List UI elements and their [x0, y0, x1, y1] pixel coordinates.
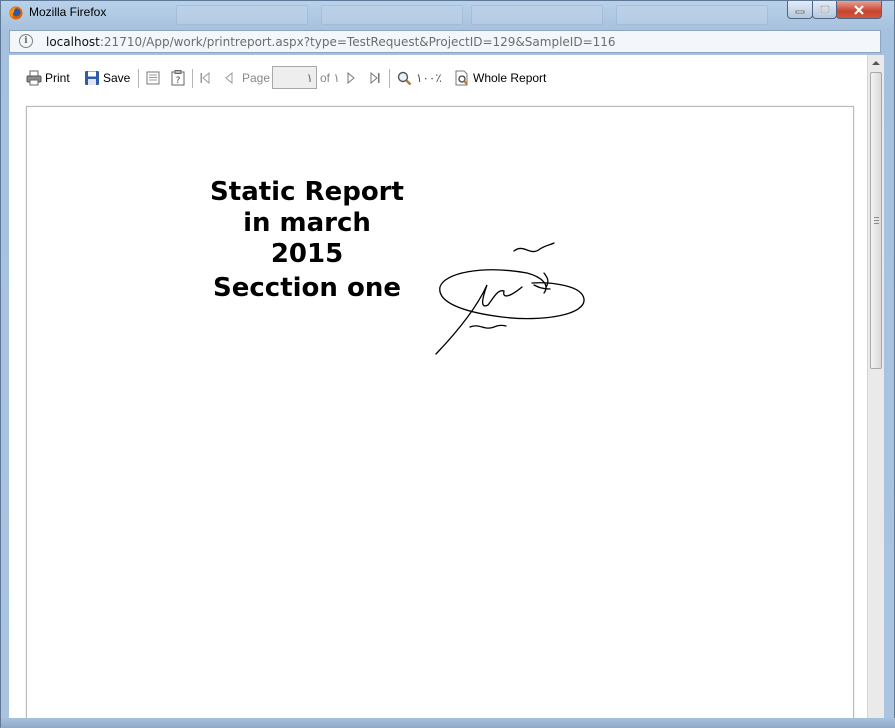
first-page-button[interactable] [199, 63, 211, 93]
toolbar-separator [389, 69, 390, 88]
previous-page-button[interactable] [224, 63, 234, 93]
maximize-icon [819, 4, 830, 14]
previous-page-icon [225, 72, 233, 84]
ghost-tab [471, 5, 603, 25]
url-path: :21710/App/work/printreport.aspx?type=Te… [99, 35, 616, 49]
maximize-button[interactable] [812, 1, 837, 19]
ghost-tab [616, 5, 768, 25]
report-title-line: in march [243, 208, 371, 238]
last-page-button[interactable] [369, 63, 381, 93]
svg-text:?: ? [176, 76, 181, 86]
save-label: Save [103, 71, 131, 85]
window-title: Mozilla Firefox [29, 5, 107, 19]
signature-image [435, 242, 585, 355]
minimize-button[interactable] [787, 1, 813, 19]
scrollbar-grip [874, 220, 879, 221]
page-number-input[interactable] [272, 66, 317, 89]
document-map-button[interactable] [146, 63, 160, 93]
site-info-icon[interactable]: i [19, 34, 33, 48]
vertical-scrollbar[interactable] [867, 55, 884, 718]
document-map-icon [146, 71, 160, 85]
firefox-icon [9, 6, 23, 20]
next-page-icon [347, 72, 355, 84]
last-page-icon [370, 72, 380, 84]
print-label: Print [45, 71, 70, 85]
scroll-up-arrow-icon[interactable] [868, 55, 884, 71]
close-button[interactable] [836, 1, 882, 19]
printer-icon [26, 70, 42, 86]
report-title-line: Static Report [210, 177, 404, 207]
ghost-tab [176, 5, 308, 25]
parameters-button[interactable]: ? [171, 63, 185, 93]
toolbar-separator [192, 69, 193, 88]
page-count-label: of ١ [320, 71, 340, 85]
url-host: localhost [46, 35, 100, 49]
minimize-icon [795, 10, 805, 13]
report-page: Static Report in march 2015 Secction one [26, 106, 854, 718]
close-icon [854, 4, 864, 15]
whole-report-label: Whole Report [473, 71, 547, 85]
zoom-control[interactable]: ١٠٠٪ [397, 63, 442, 93]
browser-window: Mozilla Firefox i localhost:21710/App/wo… [0, 0, 895, 728]
ghost-tab [321, 5, 463, 25]
zoom-value: ١٠٠٪ [416, 71, 442, 85]
report-viewer-toolbar: Print Save ? Page ١ of ١ ١٠٠٪ Whole Repo… [9, 63, 867, 93]
magnifier-icon [397, 71, 412, 85]
scrollbar-grip [874, 217, 879, 218]
scrollbar-thumb[interactable] [870, 72, 882, 369]
url-bar[interactable]: i localhost:21710/App/work/printreport.a… [9, 30, 881, 53]
floppy-disk-icon [85, 71, 99, 85]
page-label: Page [242, 71, 271, 85]
report-title-line: Secction one [213, 273, 401, 303]
next-page-button[interactable] [346, 63, 356, 93]
url-text[interactable]: localhost:21710/App/work/printreport.asp… [46, 35, 616, 49]
print-button[interactable]: Print [26, 63, 70, 93]
page-content: Print Save ? Page ١ of ١ ١٠٠٪ Whole Repo… [9, 55, 867, 718]
page-search-icon [455, 70, 468, 86]
report-title: Static Report in march 2015 Secction one [207, 177, 407, 304]
clipboard-question-icon: ? [171, 70, 185, 86]
first-page-icon [200, 72, 210, 84]
whole-report-button[interactable]: Whole Report [454, 63, 546, 93]
background-taskbar-tabs [121, 3, 781, 25]
scrollbar-grip [874, 223, 879, 224]
save-button[interactable]: Save [84, 63, 130, 93]
toolbar-separator [138, 69, 139, 88]
report-title-line: 2015 [270, 239, 344, 269]
